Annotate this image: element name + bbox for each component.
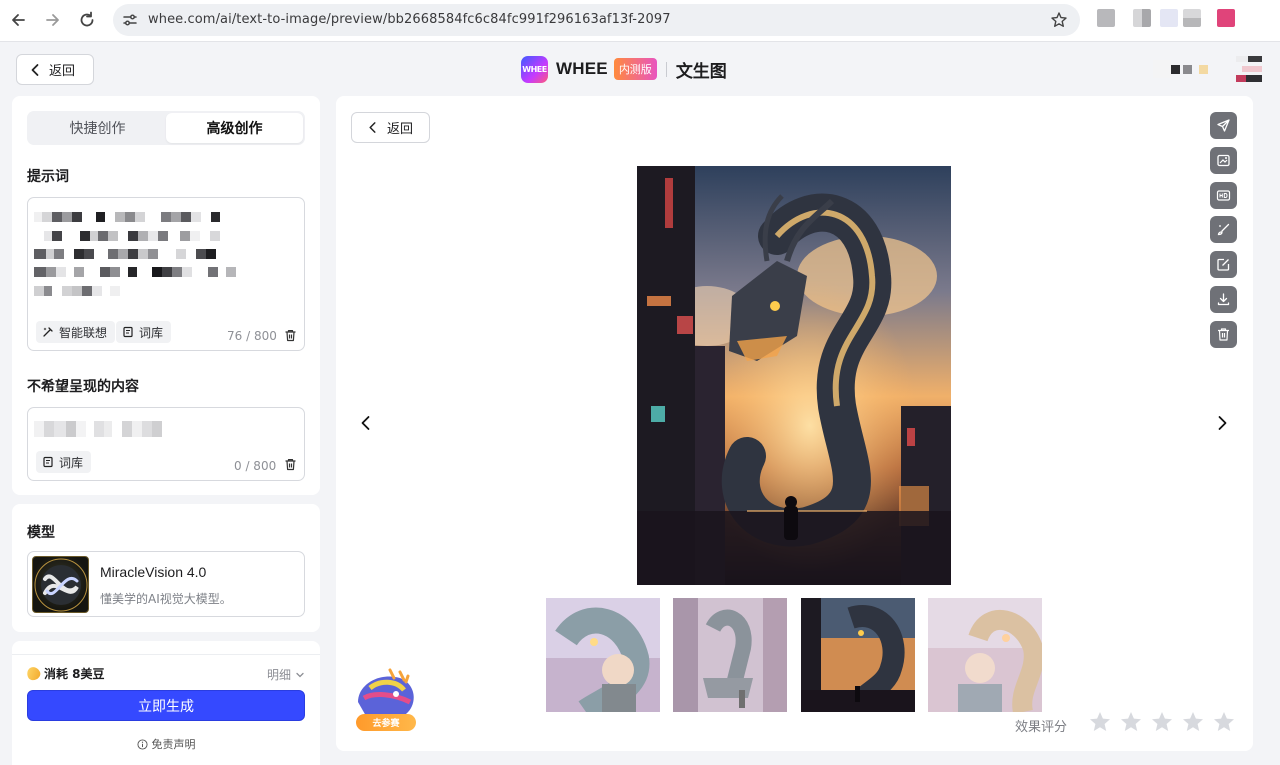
- model-name: MiracleVision 4.0: [100, 564, 207, 580]
- smart-suggest-label: 智能联想: [59, 325, 108, 340]
- address-bar[interactable]: whee.com/ai/text-to-image/preview/bb2668…: [113, 4, 1080, 36]
- download-icon[interactable]: [1210, 286, 1237, 313]
- extension-icon[interactable]: [1133, 9, 1151, 27]
- publish-send-icon[interactable]: [1210, 112, 1237, 139]
- negative-lexicon-label: 词库: [59, 455, 84, 470]
- rating-star-icon[interactable]: [1212, 710, 1236, 734]
- beta-badge: 内测版: [613, 58, 657, 80]
- preview-panel: 返回 效果评分: [336, 96, 1253, 751]
- disclaimer-label: 免责声明: [151, 738, 196, 751]
- rating-star-icon[interactable]: [1119, 710, 1143, 734]
- brush-edit-icon[interactable]: [1210, 216, 1237, 243]
- bean-icon: [24, 664, 43, 683]
- bookmark-star-icon[interactable]: [1050, 11, 1068, 29]
- clear-prompt-trash-icon[interactable]: [284, 329, 297, 342]
- redacted-text: [34, 231, 220, 241]
- prompt-char-counter: 76 / 800: [227, 329, 277, 343]
- image-edit-icon[interactable]: [1210, 251, 1237, 278]
- rating-label: 效果评分: [1015, 720, 1068, 735]
- extension-icon[interactable]: [1160, 9, 1178, 27]
- browser-back-icon[interactable]: [8, 9, 30, 31]
- generated-image[interactable]: [637, 166, 951, 585]
- account-area[interactable]: [1153, 58, 1217, 80]
- address-url[interactable]: whee.com/ai/text-to-image/preview/bb2668…: [148, 12, 671, 27]
- book-icon: [43, 456, 53, 468]
- cost-text: 消耗 8美豆: [44, 667, 105, 681]
- prompt-label: 提示词: [27, 169, 69, 185]
- preview-back-label: 返回: [387, 122, 414, 137]
- back-label: 返回: [49, 64, 76, 79]
- tab-quick-create[interactable]: 快捷创作: [29, 113, 166, 143]
- back-button[interactable]: 返回: [16, 54, 94, 85]
- generate-button[interactable]: 立即生成: [27, 690, 305, 721]
- tab-advanced-create[interactable]: 高级创作: [166, 113, 303, 143]
- thumbnail-image[interactable]: [928, 598, 1042, 712]
- cost-row: 消耗 8美豆: [24, 664, 105, 683]
- disclaimer-link[interactable]: 免责声明: [12, 736, 320, 752]
- redacted-text: [34, 267, 236, 277]
- info-icon: [136, 738, 148, 750]
- prompt-lexicon-label: 词库: [139, 325, 164, 340]
- chevron-left-icon: [369, 122, 376, 133]
- model-logo-icon: [32, 556, 89, 613]
- cost-detail-label: 明细: [266, 668, 291, 682]
- negative-prompt-textarea[interactable]: 词库 0 / 800: [27, 407, 305, 481]
- prompt-textarea[interactable]: 智能联想 词库 76 / 800: [27, 197, 305, 351]
- extension-icon[interactable]: [1217, 9, 1235, 27]
- negative-char-counter: 0 / 800: [234, 459, 277, 473]
- magic-wand-icon: [43, 327, 53, 337]
- generate-panel: 消耗 8美豆 明细 立即生成 免责声明: [12, 641, 320, 765]
- redacted-text: [34, 249, 216, 259]
- thumbnail-image-selected[interactable]: [801, 598, 915, 712]
- delete-trash-icon[interactable]: [1210, 321, 1237, 348]
- thumbnail-image[interactable]: [546, 598, 660, 712]
- negative-lexicon-button[interactable]: 词库: [36, 451, 92, 473]
- redacted-text: [34, 286, 120, 296]
- extension-icon[interactable]: [1097, 9, 1115, 27]
- rating-star-icon[interactable]: [1150, 710, 1174, 734]
- logo-mark: WHEE: [522, 64, 547, 74]
- rating-star-icon[interactable]: [1088, 710, 1112, 734]
- mode-tabs: 快捷创作 高级创作: [27, 111, 305, 145]
- preview-back-button[interactable]: 返回: [351, 112, 430, 143]
- clear-negative-trash-icon[interactable]: [284, 458, 297, 471]
- redacted-text: [34, 421, 162, 437]
- browser-reload-icon[interactable]: [76, 9, 98, 31]
- prompt-lexicon-button[interactable]: 词库: [116, 321, 172, 343]
- contest-label: 去参赛: [356, 714, 416, 731]
- rating-stars: [1088, 710, 1236, 734]
- book-icon: [123, 326, 133, 338]
- model-selector[interactable]: MiracleVision 4.0 懂美学的AI视觉大模型。: [27, 551, 305, 617]
- brand: WHEE WHEE 内测版 文生图: [521, 55, 727, 83]
- model-panel: 模型 MiracleVision 4.0 懂美学的AI视觉大模型。: [12, 504, 320, 632]
- contest-mascot[interactable]: 去参赛: [350, 668, 422, 732]
- redacted-text: [34, 212, 220, 222]
- negative-prompt-label: 不希望呈现的内容: [27, 379, 139, 395]
- site-settings-icon[interactable]: [122, 12, 138, 28]
- extension-icon[interactable]: [1183, 9, 1201, 27]
- smart-suggest-button[interactable]: 智能联想: [36, 321, 116, 343]
- chevron-left-icon: [31, 63, 39, 76]
- logo-text[interactable]: WHEE: [556, 59, 608, 79]
- title-divider: [665, 61, 667, 77]
- previous-image-arrow-icon[interactable]: [358, 414, 374, 432]
- rating-star-icon[interactable]: [1181, 710, 1205, 734]
- page-title: 文生图: [675, 61, 727, 82]
- browser-forward-icon[interactable]: [41, 9, 63, 31]
- thumbnail-image[interactable]: [673, 598, 787, 712]
- whee-logo-icon[interactable]: WHEE: [521, 55, 548, 83]
- chevron-down-icon: [296, 672, 304, 677]
- model-section-label: 模型: [27, 525, 55, 541]
- cost-detail-link[interactable]: 明细: [267, 666, 305, 683]
- user-avatar[interactable]: [1236, 56, 1264, 82]
- browser-toolbar: whee.com/ai/text-to-image/preview/bb2668…: [0, 0, 1280, 42]
- model-description: 懂美学的AI视觉大模型。: [100, 592, 232, 606]
- prompt-panel: 快捷创作 高级创作 提示词 智能联想 词库 76 / 800 不希望呈现的内容 …: [12, 96, 320, 495]
- image-variation-icon[interactable]: [1210, 147, 1237, 174]
- hd-upscale-icon[interactable]: [1210, 182, 1237, 209]
- next-image-arrow-icon[interactable]: [1214, 414, 1230, 432]
